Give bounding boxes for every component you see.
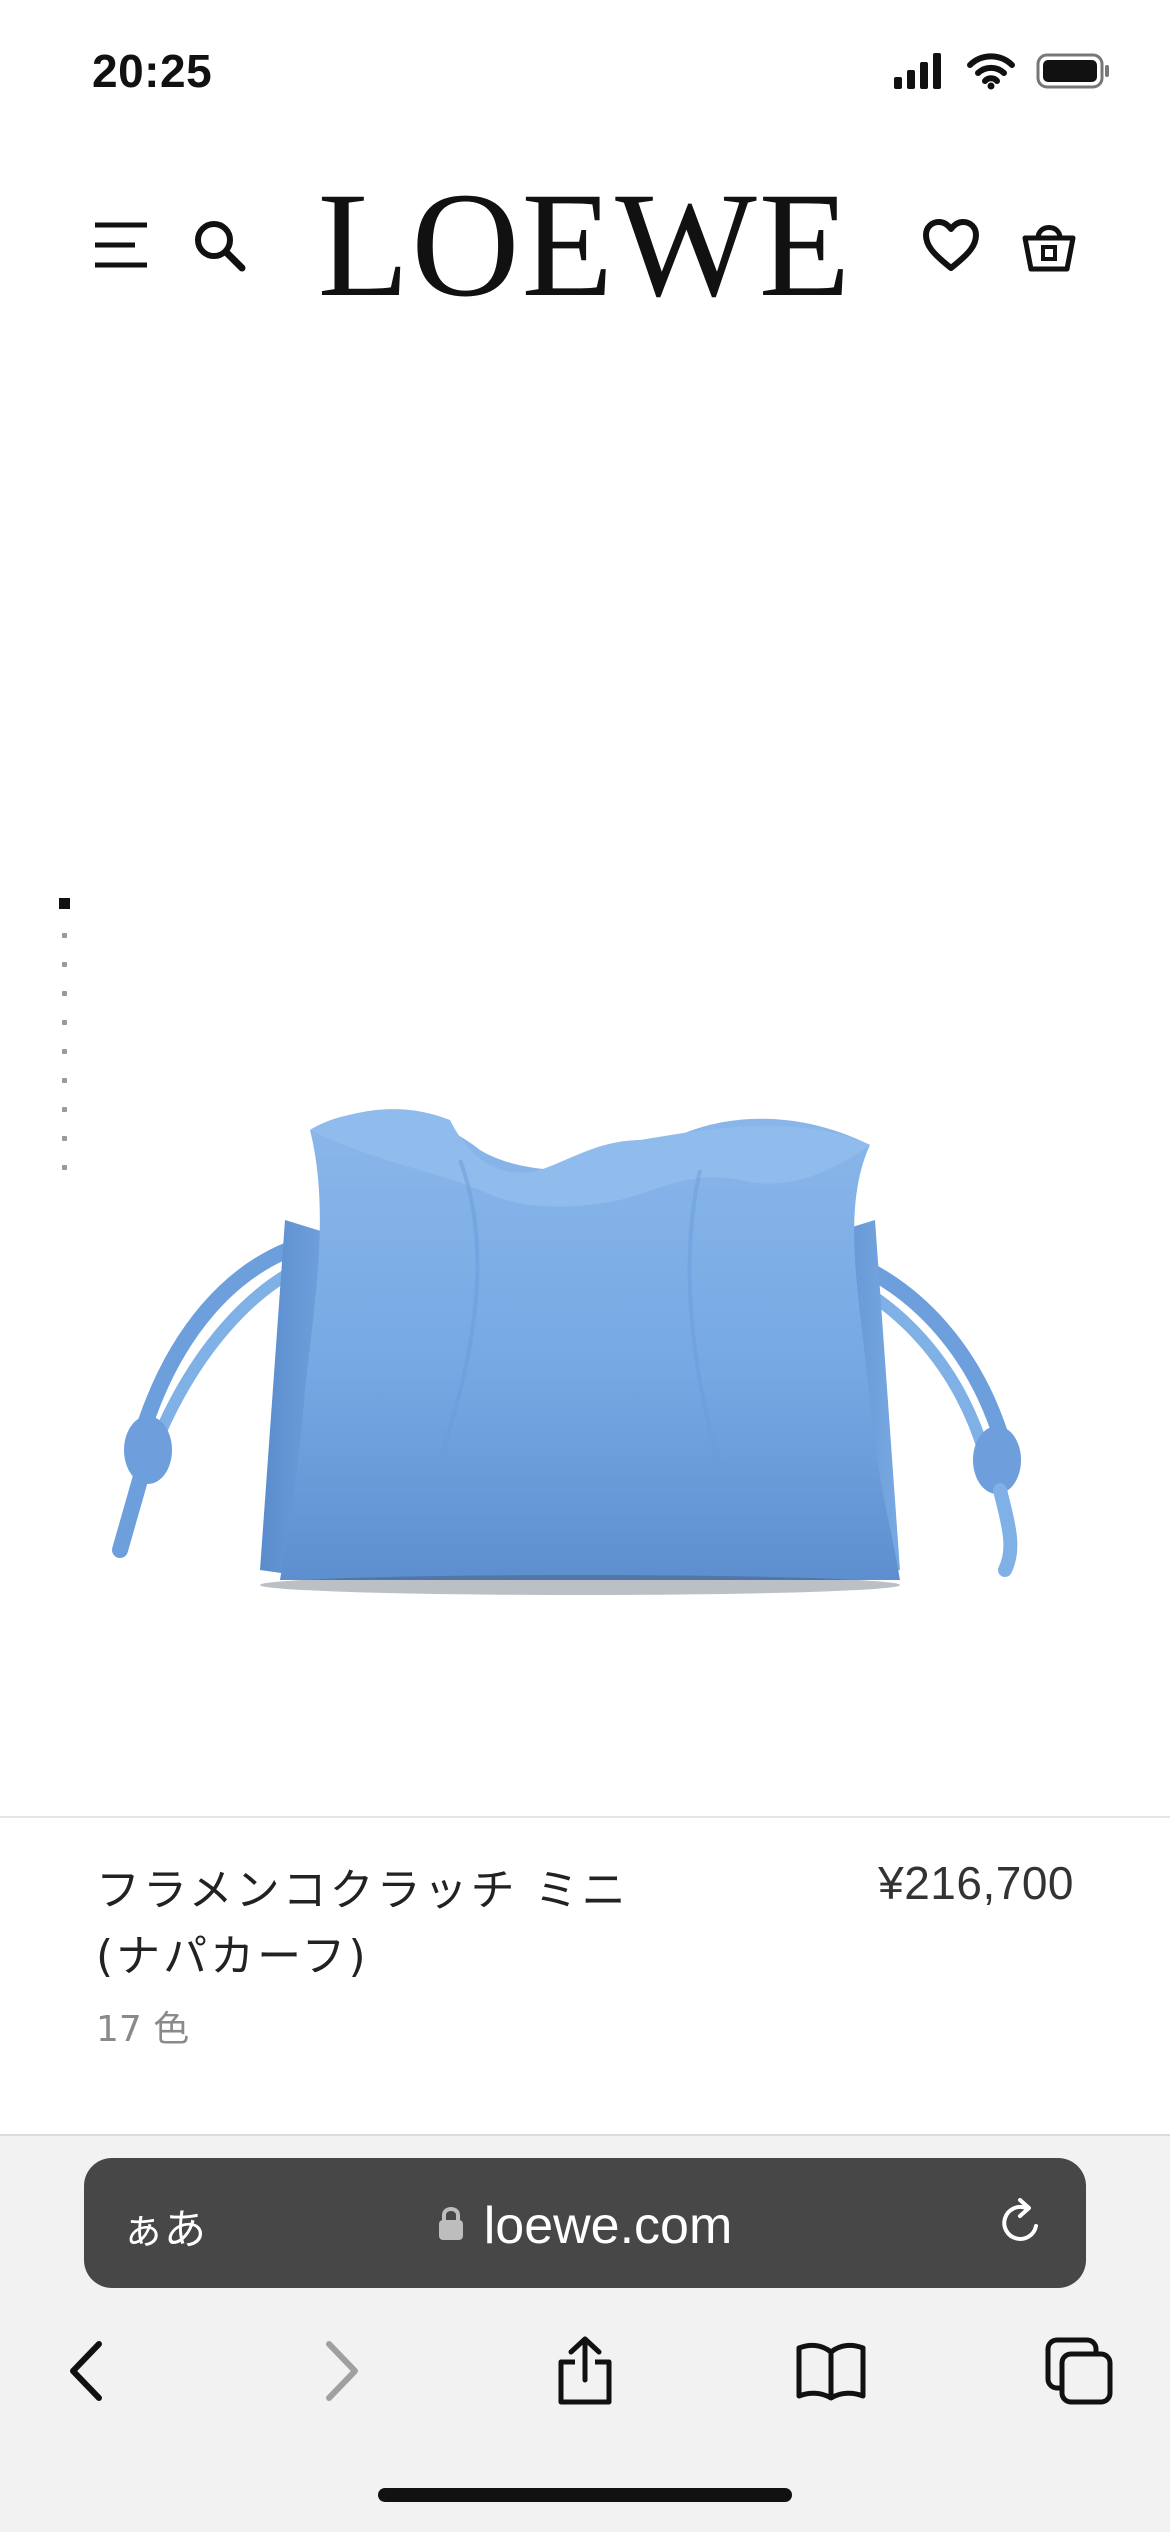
share-icon[interactable] xyxy=(540,2326,630,2416)
color-count[interactable]: 17 色 xyxy=(96,2000,189,2052)
product-price: ¥216,700 xyxy=(878,1857,1074,1909)
reload-icon[interactable] xyxy=(996,2196,1046,2253)
basket-icon[interactable] xyxy=(1014,210,1084,280)
browser-toolbar xyxy=(0,2306,1170,2426)
tabs-icon[interactable] xyxy=(1034,2326,1124,2416)
page-dot-active[interactable] xyxy=(59,898,70,909)
product-name-line1: フラメンコクラッチ ミニ xyxy=(96,1865,629,1916)
page-dot[interactable] xyxy=(62,962,67,967)
battery-icon xyxy=(1036,52,1112,95)
page-dot[interactable] xyxy=(62,1136,67,1141)
status-icons xyxy=(894,52,1112,95)
bookmarks-icon[interactable] xyxy=(786,2326,876,2416)
product-name-line2: (ナパカーフ) xyxy=(96,1931,369,1982)
product-image[interactable] xyxy=(100,1040,1060,1600)
page-dot[interactable] xyxy=(62,1165,67,1170)
domain-text: loewe.com xyxy=(483,2197,733,2255)
product-gallery[interactable] xyxy=(0,340,1170,2158)
heart-icon[interactable] xyxy=(916,210,986,280)
page-dot[interactable] xyxy=(62,1078,67,1083)
address-bar[interactable]: ぁあ loewe.com xyxy=(84,2158,1086,2288)
url-display[interactable]: loewe.com xyxy=(84,2196,1086,2256)
brand-logo[interactable]: LOEWE xyxy=(0,170,1170,320)
page-dot[interactable] xyxy=(62,991,67,996)
wifi-icon xyxy=(966,52,1016,95)
status-bar: 20:25 xyxy=(0,0,1170,140)
product-info: フラメンコクラッチ ミニ (ナパカーフ) ¥216,700 17 色 xyxy=(0,1818,1170,2134)
back-icon[interactable] xyxy=(42,2326,132,2416)
site-header: LOEWE xyxy=(0,150,1170,340)
product-name: フラメンコクラッチ ミニ (ナパカーフ) xyxy=(96,1858,736,1990)
browser-chrome: ぁあ loewe.com xyxy=(0,2134,1170,2532)
lock-icon xyxy=(438,2194,464,2254)
product-page: 20:25 LOEWE フラメンコクラッチ ミニ (ナパカーフ) ¥216,70… xyxy=(0,0,1170,2532)
page-dot[interactable] xyxy=(62,1020,67,1025)
page-dot[interactable] xyxy=(62,1107,67,1112)
forward-icon[interactable] xyxy=(296,2326,386,2416)
status-time: 20:25 xyxy=(92,45,213,97)
page-dot[interactable] xyxy=(62,1049,67,1054)
gallery-page-indicator[interactable] xyxy=(58,898,72,1170)
signal-icon xyxy=(894,53,946,94)
home-indicator[interactable] xyxy=(378,2488,792,2502)
page-dot[interactable] xyxy=(62,933,67,938)
